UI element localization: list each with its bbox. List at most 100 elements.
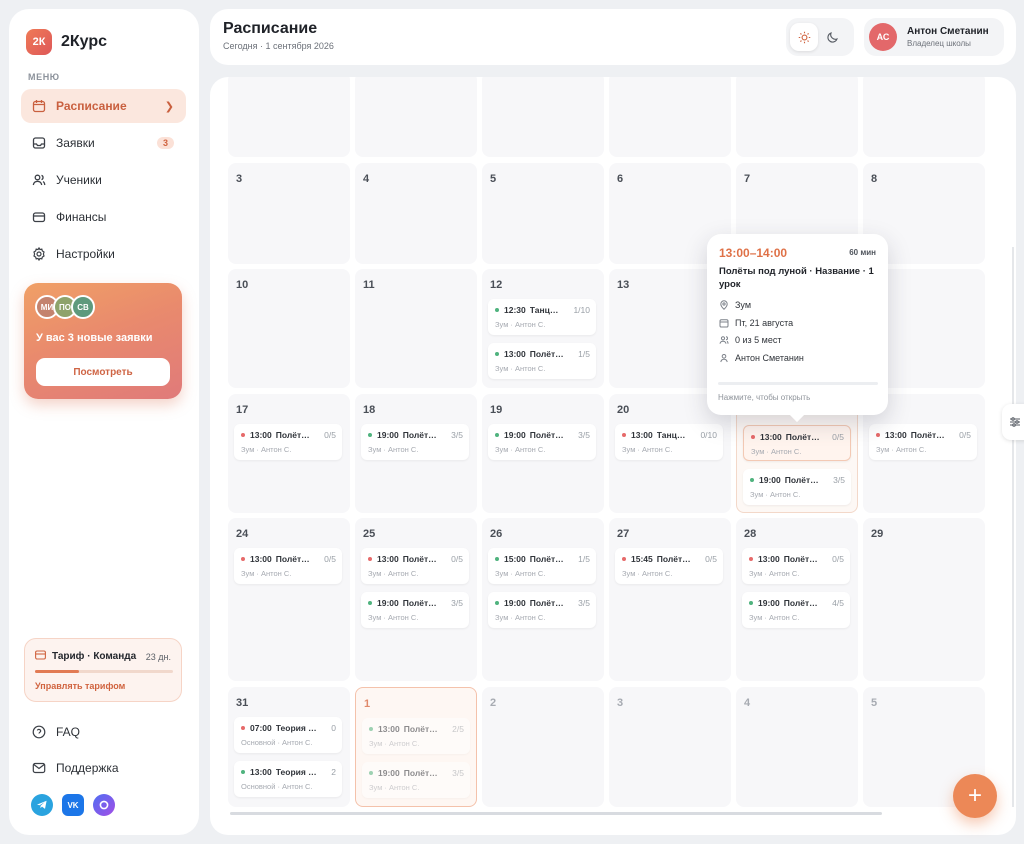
event-card[interactable]: 15:00 Полёт… 1/5 Зум · Антон С. <box>488 548 596 584</box>
event-meta: Зум · Антон С. <box>495 320 546 329</box>
day-cell[interactable] <box>736 77 858 157</box>
day-cell[interactable] <box>609 77 731 157</box>
event-location: Зум <box>719 300 751 310</box>
event-capacity: 0 <box>331 723 336 733</box>
max-icon[interactable] <box>93 794 115 816</box>
event-card[interactable]: 15:45 Полёт… 0/5 Зум · Антон С. <box>615 548 723 584</box>
event-card[interactable]: 13:00 Полёт… 0/5 Зум · Антон С. <box>742 548 850 584</box>
event-card[interactable]: 13:00 Полёт… 2/5 Зум · Антон С. <box>362 718 470 754</box>
event-card[interactable]: 19:00 Полёт… 3/5 Зум · Антон С. <box>488 424 596 460</box>
event-card[interactable]: 19:00 Полёт… 3/5 Зум · Антон С. <box>362 762 470 798</box>
light-theme-button[interactable] <box>790 23 818 51</box>
day-cell[interactable]: 19 19:00 Полёт… 3/5 Зум · Антон С. <box>482 394 604 513</box>
tariff-days: 23 дн. <box>145 651 171 662</box>
event-card[interactable]: 13:00 Теория … 2 Основной · Антон С. <box>234 761 342 797</box>
event-headline: 13:00 Теория … 2 <box>241 767 336 777</box>
day-cell[interactable]: 3 <box>609 687 731 807</box>
event-meta: Зум · Антон С. <box>368 569 419 578</box>
day-cell[interactable]: 4 <box>355 163 477 264</box>
event-title: Танц… <box>529 305 559 315</box>
day-cell[interactable]: 12 12:30 Танц… 1/10 Зум · Антон С. 13:00 Полёт… <box>482 269 604 388</box>
dark-theme-button[interactable] <box>818 23 846 51</box>
event-time: 13:00 <box>758 554 780 564</box>
event-headline: 13:00 Танц… 0/10 <box>622 430 717 440</box>
event-capacity: 0/5 <box>959 430 971 440</box>
day-cell[interactable] <box>228 77 350 157</box>
status-dot <box>876 433 880 437</box>
sidebar-item-support[interactable]: Поддержка <box>21 751 186 785</box>
event-card[interactable]: 19:00 Полёт… 3/5 Зум · Антон С. <box>743 469 851 505</box>
event-card[interactable]: 13:00 Полёт… 0/5 Зум · Антон С. <box>869 424 977 460</box>
day-cell[interactable]: 11 <box>355 269 477 388</box>
day-cell[interactable] <box>863 77 985 157</box>
event-card[interactable]: 19:00 Полёт… 3/5 Зум · Антон С. <box>361 424 469 460</box>
day-cell[interactable] <box>482 77 604 157</box>
day-cell[interactable]: 4 <box>736 687 858 807</box>
event-card[interactable]: 13:00 Танц… 0/10 Зум · Антон С. <box>615 424 723 460</box>
event-card[interactable]: 13:00 Полёт… 1/5 Зум · Антон С. <box>488 343 596 379</box>
sidebar-item-settings[interactable]: Настройки <box>21 237 186 271</box>
event-title: Полёт… <box>529 598 564 608</box>
day-number: 2 <box>490 697 497 709</box>
event-card[interactable]: 19:00 Полёт… 3/5 Зум · Антон С. <box>488 592 596 628</box>
event-title: Полёт… <box>910 430 945 440</box>
event-card[interactable]: 13:00 Полёт… 0/5 Зум · Антон С. <box>361 548 469 584</box>
event-headline: 19:00 Полёт… 3/5 <box>495 430 590 440</box>
day-cell[interactable]: 2 <box>482 687 604 807</box>
event-card[interactable]: 12:30 Танц… 1/10 Зум · Антон С. <box>488 299 596 335</box>
sidebar-item-requests[interactable]: Заявки 3 <box>21 126 186 160</box>
day-cell[interactable]: 28 13:00 Полёт… 0/5 Зум · Антон С. 19:00 Полёт… <box>736 518 858 681</box>
view-requests-button[interactable]: Посмотреть <box>36 358 170 386</box>
event-title: Полёт… <box>402 598 437 608</box>
vk-icon[interactable]: VK <box>62 794 84 816</box>
day-cell[interactable]: 17 13:00 Полёт… 0/5 Зум · Антон С. <box>228 394 350 513</box>
event-capacity: 3/5 <box>578 430 590 440</box>
sidebar-item-students[interactable]: Ученики <box>21 163 186 197</box>
event-card[interactable]: 13:00 Полёт… 0/5 Зум · Антон С. <box>234 424 342 460</box>
sidebar-item-faq[interactable]: FAQ <box>21 715 186 749</box>
event-card[interactable]: 07:00 Теория … 0 Основной · Антон С. <box>234 717 342 753</box>
day-number: 31 <box>236 697 249 709</box>
horizontal-scrollbar[interactable] <box>230 812 882 815</box>
user-menu[interactable]: АС Антон Сметанин Владелец школы <box>864 18 1004 56</box>
event-title: Полёт… <box>275 430 310 440</box>
event-title: Полёт… <box>656 554 691 564</box>
event-card[interactable]: 13:00 Полёт… 0/5 Зум · Антон С. <box>234 548 342 584</box>
day-cell[interactable] <box>355 77 477 157</box>
day-number: 17 <box>236 404 249 416</box>
sidebar-item-schedule[interactable]: Расписание ❯ <box>21 89 186 123</box>
day-number: 5 <box>490 173 497 185</box>
day-cell[interactable]: 10 <box>228 269 350 388</box>
event-headline: 13:00 Полёт… 0/5 <box>241 430 336 440</box>
add-event-button[interactable]: + <box>953 774 997 818</box>
day-cell[interactable]: 24 13:00 Полёт… 0/5 Зум · Антон С. <box>228 518 350 681</box>
event-popover[interactable]: 13:00–14:00 60 мин Полёты под луной · На… <box>707 234 888 423</box>
event-card[interactable]: 13:00 Полёт… 0/5 Зум · Антон С. <box>743 425 851 461</box>
event-time: 13:00–14:00 <box>719 246 788 260</box>
sidebar-item-finance[interactable]: Финансы <box>21 200 186 234</box>
event-headline: 19:00 Полёт… 4/5 <box>749 598 844 608</box>
event-date: Пт, 21 августа <box>719 318 793 328</box>
day-cell[interactable]: 29 <box>863 518 985 681</box>
sidebar-item-label: Расписание <box>56 99 127 113</box>
manage-tariff-link[interactable]: Управлять тарифом <box>35 681 125 691</box>
vertical-scrollbar[interactable] <box>1012 247 1014 807</box>
day-cell[interactable]: 31 07:00 Теория … 0 Основной · Антон С. 13:00… <box>228 687 350 807</box>
logo[interactable]: 2К 2Курс <box>26 29 107 55</box>
sidebar: 2К 2Курс МЕНЮ Расписание ❯ Заявки 3 Учен… <box>9 9 199 835</box>
status-dot <box>622 557 626 561</box>
day-cell[interactable]: 27 15:45 Полёт… 0/5 Зум · Антон С. <box>609 518 731 681</box>
filter-toggle[interactable] <box>1002 404 1024 440</box>
event-teacher-text: Антон Сметанин <box>735 353 804 363</box>
status-dot <box>749 601 753 605</box>
day-cell[interactable]: 18 19:00 Полёт… 3/5 Зум · Антон С. <box>355 394 477 513</box>
day-cell[interactable]: 25 13:00 Полёт… 0/5 Зум · Антон С. 19:00 Полёт… <box>355 518 477 681</box>
user-role: Владелец школы <box>907 39 971 48</box>
event-card[interactable]: 19:00 Полёт… 4/5 Зум · Антон С. <box>742 592 850 628</box>
day-cell[interactable]: 5 <box>482 163 604 264</box>
telegram-icon[interactable] <box>31 794 53 816</box>
day-cell[interactable]: 26 15:00 Полёт… 1/5 Зум · Антон С. 19:00 Полёт… <box>482 518 604 681</box>
day-cell[interactable]: 3 <box>228 163 350 264</box>
day-cell[interactable]: 1 13:00 Полёт… 2/5 Зум · Антон С. 19:00 Полёт…… <box>355 687 477 807</box>
event-card[interactable]: 19:00 Полёт… 3/5 Зум · Антон С. <box>361 592 469 628</box>
